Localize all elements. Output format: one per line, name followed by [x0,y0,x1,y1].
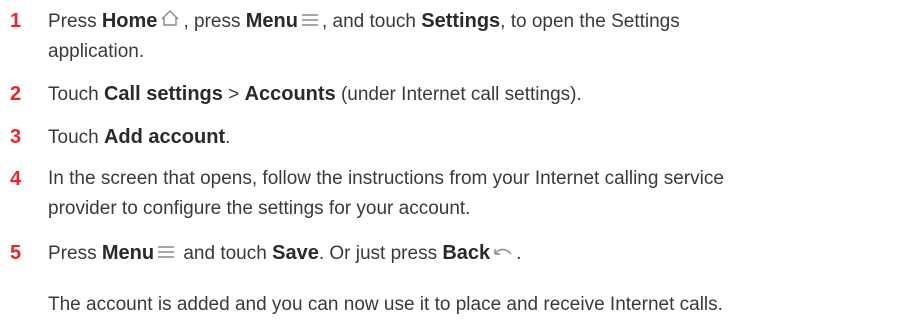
text-run: . [225,127,231,148]
bold-term-call-settings: Call settings [103,83,223,105]
text-run: (under Internet call settings). [335,84,582,105]
bold-term-back: Back [442,242,491,264]
step-text: Touch Add account. [48,122,878,153]
step-text: Press Menu and touch Save. Or just press… [48,238,878,269]
bold-term-menu: Menu [101,242,155,264]
bold-term-accounts: Accounts [244,83,336,105]
text-run: . [516,243,522,264]
bold-term-save: Save [272,242,319,264]
text-run: Touch [48,84,104,105]
text-run: , to open the Settings [500,11,680,32]
step-number: 3 [10,126,22,148]
text-run: , and touch [321,11,422,32]
text-run: In the screen that opens, follow the ins… [48,168,724,189]
text-run: application. [48,41,145,62]
step-number: 1 [10,10,22,32]
text-run: > [222,84,245,105]
step-number: 4 [10,168,22,190]
step-text: Press Home , press Menu , and touch Settin… [48,6,878,67]
step-5-note: The account is added and you can now use… [48,294,723,315]
home-icon [160,7,180,37]
text-run: Touch [48,127,104,148]
text-run: . Or just press [318,243,443,264]
text-run: Press [48,243,102,264]
text-run: and touch [178,243,273,264]
bold-term-menu: Menu [245,10,298,32]
text-run: Press [48,11,102,32]
text-run: provider to configure the settings for y… [48,198,471,219]
back-icon [493,239,513,269]
bold-term-home: Home [101,10,158,32]
bold-term-add-account: Add account [103,126,226,148]
step-text: Touch Call settings > Accounts (under In… [48,79,878,110]
text-run: , press [183,11,246,32]
menu-icon [157,239,175,269]
step-text: In the screen that opens, follow the ins… [48,164,878,224]
bold-term-settings: Settings [421,10,501,32]
step-number: 5 [10,242,22,264]
step-number: 2 [10,83,22,105]
menu-icon [301,7,319,37]
